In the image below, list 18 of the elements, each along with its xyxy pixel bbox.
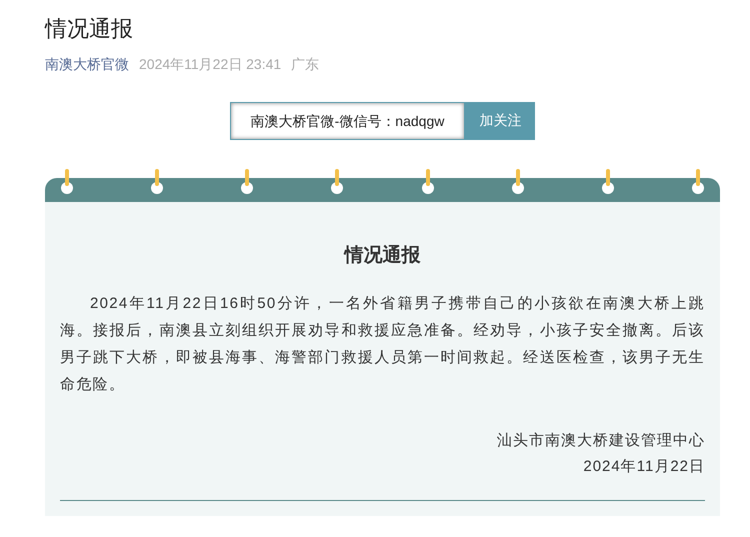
publish-date: 2024年11月22日 23:41: [139, 56, 282, 74]
binder-ring-icon: [330, 169, 344, 197]
signature-date: 2024年11月22日: [583, 457, 705, 477]
signature: 汕头市南澳大桥建设管理中心: [497, 431, 705, 451]
binder-ring-icon: [420, 169, 435, 197]
binder-ring-icon: [150, 169, 164, 197]
binder-ring-icon: [60, 169, 74, 197]
notice-paragraph: 2024年11月22日16时50分许，一名外省籍男子携带自己的小孩欲在南澳大桥上跳海。接报后，南澳县立刻组织开展劝导和救援应急准备。经劝导，小孩子安全撤离。后该男子跳下大桥，即被县海事、海警部门救援人员第一时间救起。经送医检查，该男子无生命危险。: [60, 294, 705, 395]
notice-heading: 情况通报: [342, 244, 422, 268]
binder-ring-icon: [690, 169, 705, 197]
binder-ring-icon: [510, 169, 525, 197]
binder-ring-icon: [600, 169, 615, 197]
wechat-id-box: 南澳大桥官微-微信号：nadqgw: [230, 102, 466, 140]
follow-button[interactable]: 加关注: [465, 102, 536, 140]
location: 广东: [291, 56, 320, 74]
binder-ring-icon: [240, 169, 254, 197]
account-link[interactable]: 南澳大桥官微: [45, 56, 129, 74]
article-title: 情况通报: [45, 15, 134, 43]
